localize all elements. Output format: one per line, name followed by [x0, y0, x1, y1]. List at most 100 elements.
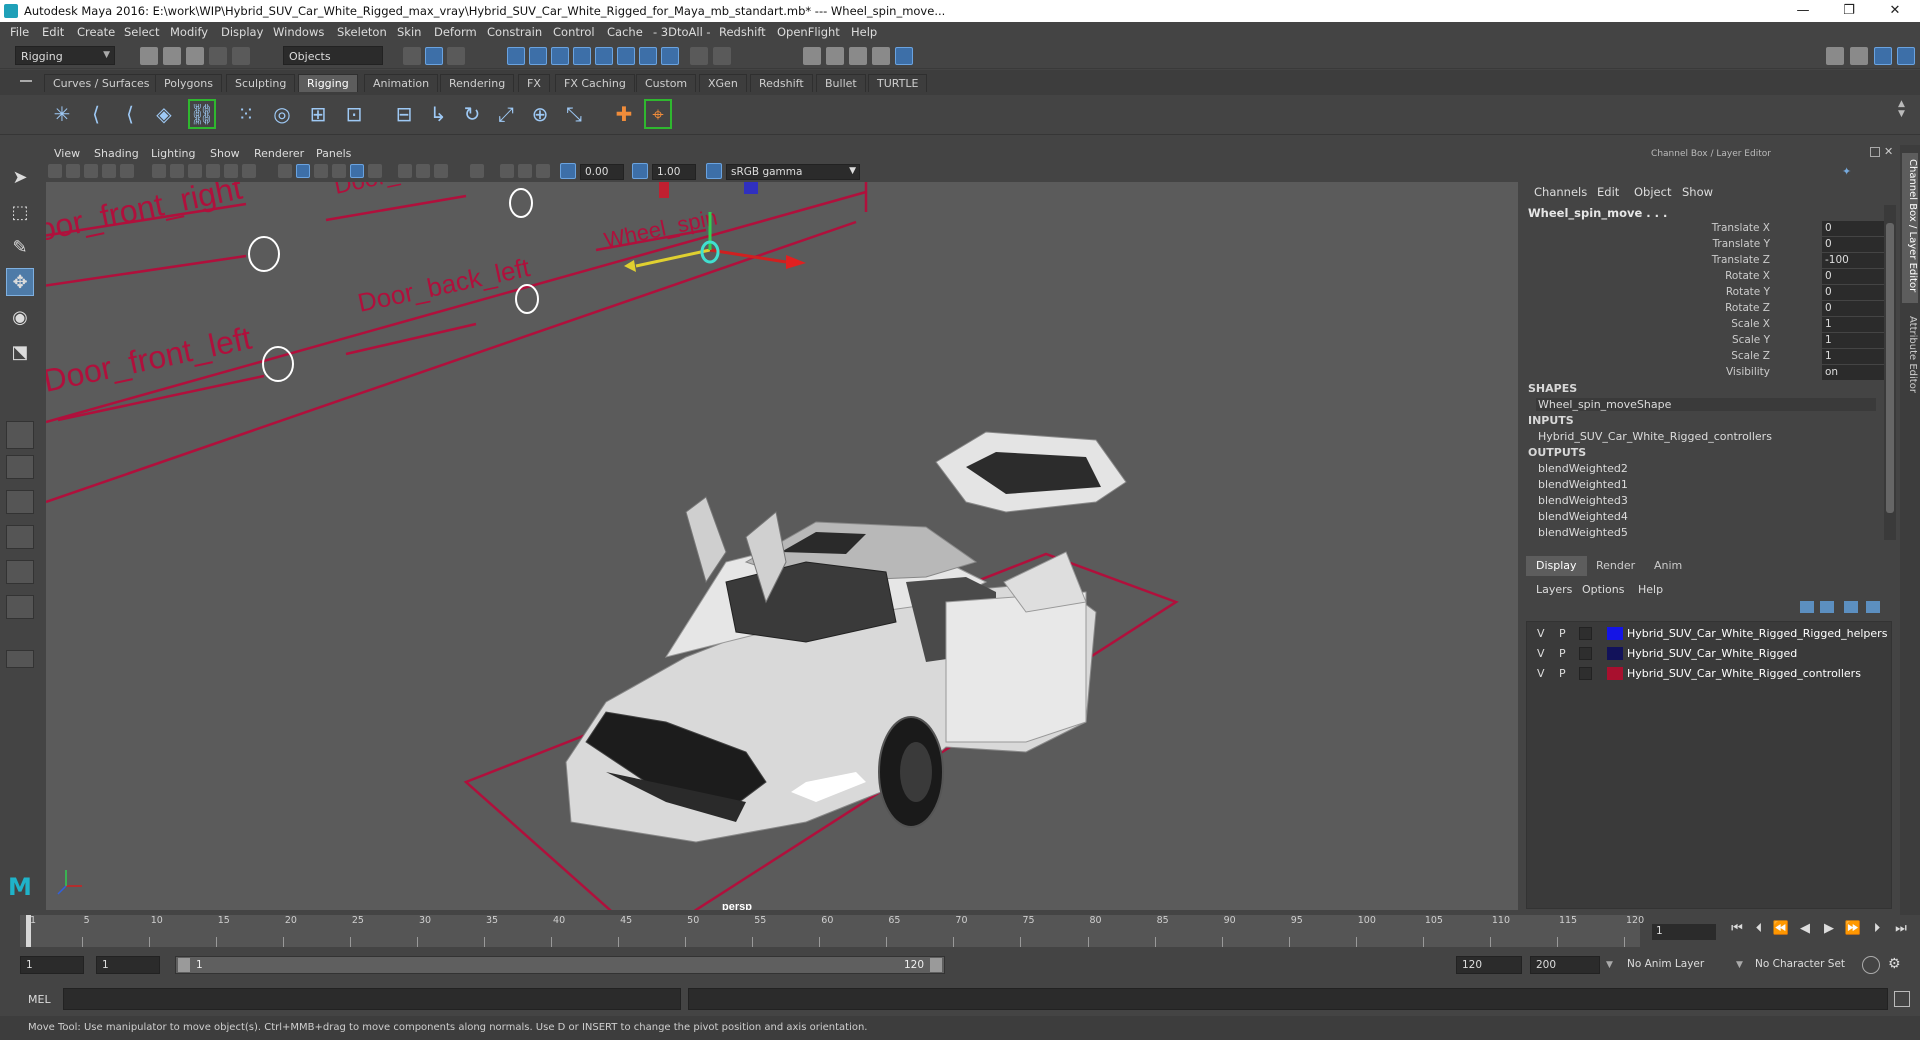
wireframe-on-shaded-icon[interactable] — [314, 164, 328, 178]
menu-deform[interactable]: Deform — [434, 25, 477, 39]
playback-start-field[interactable]: 1 — [96, 956, 160, 974]
redo-icon[interactable] — [232, 47, 250, 65]
color-space-dropdown[interactable]: sRGB gamma ▼ — [726, 164, 860, 180]
viewport-menu-show[interactable]: Show — [210, 147, 240, 160]
close-panel-icon[interactable]: ✕ — [1884, 145, 1893, 158]
layer-tab-display[interactable]: Display — [1526, 556, 1587, 576]
range-slider[interactable]: 1 120 — [175, 956, 945, 974]
attr-label-rotate-z[interactable]: Rotate Z — [1725, 302, 1770, 314]
layer-menu-help[interactable]: Help — [1638, 583, 1663, 596]
create-humanik-icon[interactable]: ⛓ — [188, 99, 216, 129]
channel-box-settings-icon[interactable]: ✦ — [1842, 165, 1856, 179]
float-panel-icon[interactable] — [1870, 147, 1880, 157]
selection-mode-dropdown[interactable]: Objects — [283, 46, 383, 65]
output-node[interactable]: blendWeighted2 — [1538, 462, 1628, 475]
motion-blur-icon[interactable] — [416, 164, 430, 178]
menu-display[interactable]: Display — [221, 25, 263, 39]
menu-edit[interactable]: Edit — [42, 25, 64, 39]
grease-pencil-icon[interactable] — [120, 164, 134, 178]
cb-menu-channels[interactable]: Channels — [1534, 185, 1587, 199]
outliner-layout-icon[interactable] — [6, 595, 34, 619]
play-forwards-icon[interactable]: ▶ — [1820, 921, 1838, 939]
menu-openflight[interactable]: OpenFlight — [777, 25, 840, 39]
custom-layout-icon[interactable] — [6, 650, 34, 668]
tab-rendering[interactable]: Rendering — [440, 74, 515, 92]
step-back-key-icon[interactable]: ⏪ — [1772, 921, 1790, 939]
select-component-icon[interactable] — [447, 47, 465, 65]
pole-vector-icon[interactable]: ⤡ — [560, 99, 588, 129]
grid-toggle-icon[interactable] — [152, 164, 166, 178]
layer-visibility-toggle[interactable]: V — [1537, 667, 1545, 680]
menu-modify[interactable]: Modify — [170, 25, 208, 39]
paint-weights-icon[interactable]: ⊡ — [340, 99, 368, 129]
perspective-viewport[interactable]: oor_front_right Door_ Wheel_spin Door_ba… — [46, 182, 1518, 910]
output-node[interactable]: blendWeighted5 — [1538, 526, 1628, 539]
camera-attributes-icon[interactable] — [66, 164, 80, 178]
xray-components-icon[interactable] — [536, 164, 550, 178]
layer-playback-toggle[interactable]: P — [1559, 627, 1566, 640]
menu-constrain[interactable]: Constrain — [487, 25, 542, 39]
select-tool-icon[interactable]: ➤ — [6, 163, 34, 191]
tab-custom[interactable]: Custom — [636, 74, 697, 92]
minimize-button[interactable]: — — [1780, 0, 1826, 22]
layer-name[interactable]: Hybrid_SUV_Car_White_Rigged_controllers — [1627, 667, 1861, 680]
locator-icon[interactable]: ✚ — [610, 99, 638, 129]
anim-layer-dropdown[interactable]: No Anim Layer — [1622, 956, 1740, 974]
layer-color-swatch[interactable] — [1607, 667, 1623, 680]
point-constraint-icon[interactable]: ⊟ — [390, 99, 418, 129]
attr-field-scale-x[interactable]: 1 — [1822, 317, 1884, 332]
attr-label-rotate-x[interactable]: Rotate X — [1725, 270, 1770, 282]
side-by-side-layout-icon[interactable] — [6, 490, 34, 514]
layer-row[interactable]: V P Hybrid_SUV_Car_White_Rigged — [1527, 644, 1893, 663]
maximize-button[interactable]: ❐ — [1826, 0, 1872, 22]
layer-tab-render[interactable]: Render — [1586, 556, 1645, 576]
step-back-frame-icon[interactable]: ⏴ — [1750, 921, 1768, 939]
move-layer-down-icon[interactable] — [1820, 601, 1834, 613]
layer-tab-anim[interactable]: Anim — [1644, 556, 1692, 576]
smooth-bind-icon[interactable]: ◎ — [268, 99, 296, 129]
rotate-tool-icon[interactable]: ◉ — [6, 303, 34, 331]
attr-label-translate-z[interactable]: Translate Z — [1712, 254, 1770, 266]
layer-color-swatch[interactable] — [1607, 627, 1623, 640]
command-input[interactable] — [63, 988, 681, 1010]
hypershade-icon[interactable] — [895, 47, 913, 65]
viewport-menu-lighting[interactable]: Lighting — [151, 147, 195, 160]
resolution-gate-icon[interactable] — [188, 164, 202, 178]
animation-start-field[interactable]: 1 — [20, 956, 84, 974]
snap-projected-icon[interactable] — [639, 47, 657, 65]
attr-field-translate-y[interactable]: 0 — [1822, 237, 1884, 252]
attr-field-visibility[interactable]: on — [1822, 365, 1884, 380]
menu-create[interactable]: Create — [77, 25, 115, 39]
layer-visibility-toggle[interactable]: V — [1537, 647, 1545, 660]
attr-label-translate-x[interactable]: Translate X — [1712, 222, 1770, 234]
undo-icon[interactable] — [209, 47, 227, 65]
panel-layout-icon[interactable] — [1850, 47, 1868, 65]
layer-playback-toggle[interactable]: P — [1559, 667, 1566, 680]
parent-constraint-icon[interactable]: ⊕ — [526, 99, 554, 129]
snap-live-icon[interactable] — [595, 47, 613, 65]
step-forward-frame-icon[interactable]: ⏵ — [1868, 921, 1886, 939]
gamma-field[interactable]: 1.00 — [652, 164, 696, 180]
attr-field-scale-y[interactable]: 1 — [1822, 333, 1884, 348]
attr-label-rotate-y[interactable]: Rotate Y — [1726, 286, 1770, 298]
gamma-icon[interactable] — [632, 163, 648, 179]
cb-menu-object[interactable]: Object — [1634, 185, 1671, 199]
anti-aliasing-icon[interactable] — [434, 164, 448, 178]
output-node[interactable]: blendWeighted4 — [1538, 510, 1628, 523]
menu-select[interactable]: Select — [124, 25, 159, 39]
shelf-scroll-arrows-icon[interactable]: ▲ ▼ — [1898, 99, 1908, 129]
lock-icon[interactable] — [690, 47, 708, 65]
joint-tool-icon[interactable]: ✳ — [48, 99, 76, 129]
range-start-handle[interactable] — [178, 958, 190, 972]
attr-label-visibility[interactable]: Visibility — [1726, 366, 1770, 378]
menu-skin[interactable]: Skin — [397, 25, 421, 39]
attr-field-rotate-x[interactable]: 0 — [1822, 269, 1884, 284]
tab-sculpting[interactable]: Sculpting — [226, 74, 296, 92]
cb-menu-edit[interactable]: Edit — [1597, 185, 1619, 199]
paint-select-tool-icon[interactable]: ✎ — [6, 233, 34, 261]
layer-row[interactable]: V P Hybrid_SUV_Car_White_Rigged_controll… — [1527, 664, 1893, 683]
viewport-menu-renderer[interactable]: Renderer — [254, 147, 304, 160]
persp-graph-layout-icon[interactable] — [6, 525, 34, 549]
tab-fx-caching[interactable]: FX Caching — [555, 74, 635, 92]
layer-name[interactable]: Hybrid_SUV_Car_White_Rigged_Rigged_helpe… — [1627, 627, 1887, 640]
